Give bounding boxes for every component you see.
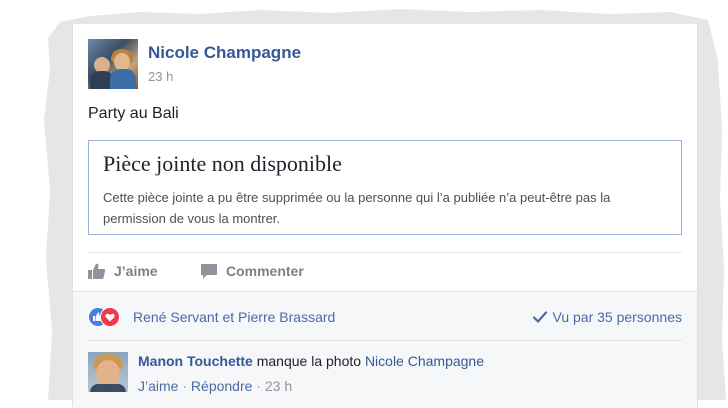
post-text: Party au Bali [88,105,179,122]
seen-by[interactable]: Vu par 35 personnes [532,309,682,325]
post-header: Nicole Champagne 23 h [88,39,648,91]
comment-timestamp[interactable]: 23 h [265,378,292,394]
avatar-person-body [110,69,136,89]
comment-label: Commenter [226,263,304,279]
thumbs-up-icon [88,263,106,279]
comment-actions: J’aime · Répondre · 23 h [138,378,292,394]
author-name[interactable]: Nicole Champagne [148,43,301,63]
separator: · [252,378,265,394]
comment-like-link[interactable]: J’aime [138,378,178,394]
reactions-row: René Servant et Pierre Brassard Vu par 3… [88,292,682,341]
comment-mention[interactable]: Nicole Champagne [365,353,484,369]
comment-text: manque la photo [256,353,362,369]
avatar-shirt [90,384,126,392]
likers-text[interactable]: René Servant et Pierre Brassard [133,309,335,325]
like-label: J’aime [114,263,158,279]
comment-body: Manon Touchette manque la photo Nicole C… [138,353,484,369]
post-timestamp[interactable]: 23 h [148,69,173,84]
unavailable-attachment: Pièce jointe non disponible Cette pièce … [88,140,682,235]
comment-item: Manon Touchette manque la photo Nicole C… [88,352,682,402]
heart-icon [100,307,120,327]
reaction-icons[interactable] [88,307,128,327]
avatar-face [96,360,120,386]
like-button[interactable]: J’aime [88,263,158,279]
comment-icon [201,264,217,279]
post-card: Nicole Champagne 23 h Party au Bali Pièc… [72,24,698,408]
post-actions-bar: J’aime Commenter [88,252,682,291]
feedback-section: René Servant et Pierre Brassard Vu par 3… [73,291,697,408]
checkmark-icon [532,311,547,323]
author-avatar[interactable] [88,39,138,89]
seen-count: Vu par 35 personnes [552,309,682,325]
separator: · [178,378,191,394]
attachment-title: Pièce jointe non disponible [103,151,342,176]
attachment-message: Cette pièce jointe a pu être supprimée o… [103,190,611,226]
comment-reply-link[interactable]: Répondre [191,378,253,394]
comment-button[interactable]: Commenter [200,263,304,279]
commenter-name[interactable]: Manon Touchette [138,353,253,369]
commenter-avatar[interactable] [88,352,128,392]
